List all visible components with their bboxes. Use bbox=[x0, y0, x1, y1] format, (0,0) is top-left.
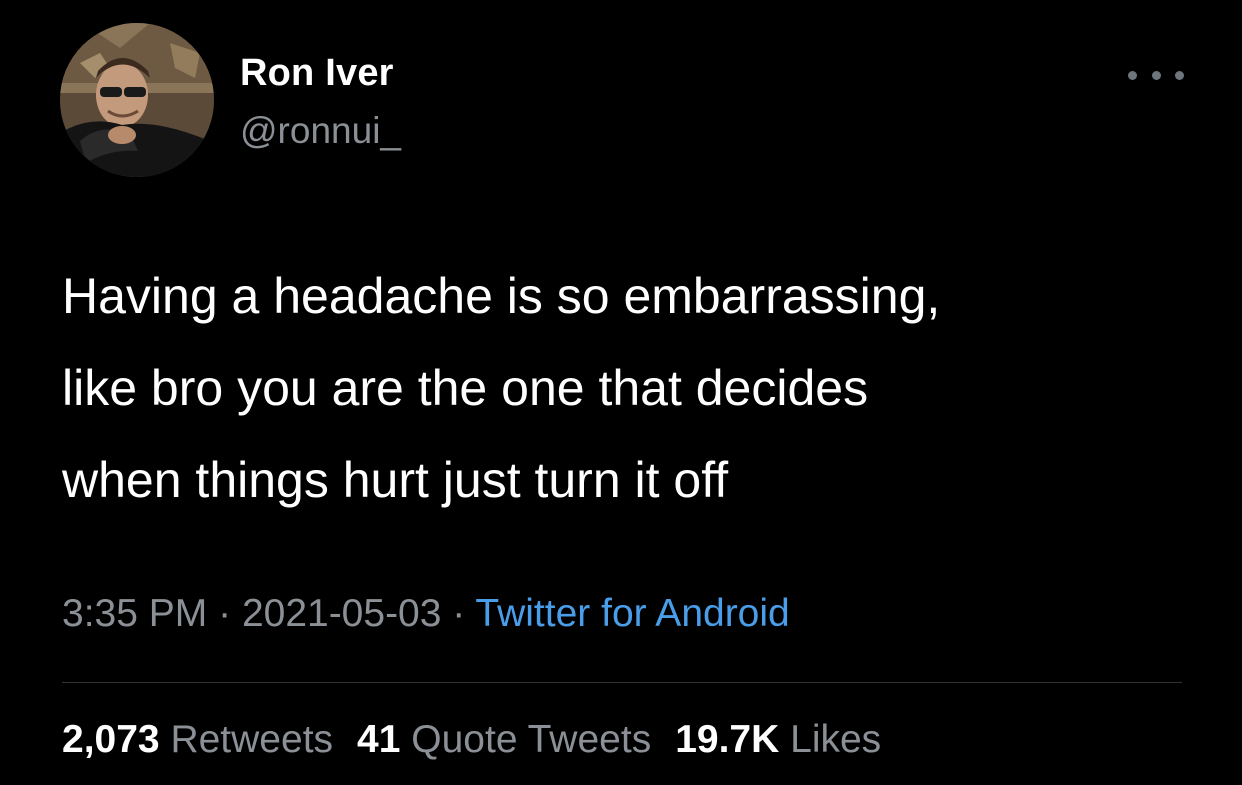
avatar[interactable] bbox=[60, 23, 214, 177]
user-handle[interactable]: @ronnui_ bbox=[240, 110, 401, 152]
ellipsis-dot bbox=[1151, 70, 1161, 80]
divider bbox=[62, 682, 1182, 683]
tweet-text-line: when things hurt just turn it off bbox=[62, 452, 729, 508]
likes-count: 19.7K bbox=[675, 718, 780, 761]
meta-separator: · bbox=[218, 592, 232, 635]
tweet-time[interactable]: 3:35 PM bbox=[62, 592, 207, 635]
retweets-label: Retweets bbox=[170, 718, 334, 761]
quote-tweets-count: 41 bbox=[357, 718, 401, 761]
retweets-stat[interactable]: 2,073 Retweets bbox=[62, 718, 333, 761]
tweet-meta: 3:35 PM · 2021-05-03 · Twitter for Andro… bbox=[62, 592, 790, 636]
profile-photo bbox=[60, 23, 214, 177]
likes-label: Likes bbox=[790, 718, 882, 761]
likes-stat[interactable]: 19.7K Likes bbox=[675, 718, 881, 761]
ellipsis-icon[interactable] bbox=[1128, 60, 1184, 90]
tweet-source-link[interactable]: Twitter for Android bbox=[475, 592, 789, 635]
tweet-text-line: Having a headache is so embarrassing, bbox=[62, 268, 941, 324]
tweet-stats: 2,073 Retweets 41 Quote Tweets 19.7K Likes bbox=[62, 718, 881, 762]
tweet-date[interactable]: 2021-05-03 bbox=[242, 592, 442, 635]
display-name[interactable]: Ron Iver bbox=[240, 52, 394, 95]
quote-tweets-label: Quote Tweets bbox=[411, 718, 652, 761]
tweet-text: Having a headache is so embarrassing, li… bbox=[62, 250, 1202, 526]
meta-separator: · bbox=[452, 592, 466, 635]
ellipsis-dot bbox=[1128, 70, 1137, 80]
ellipsis-dot bbox=[1175, 70, 1184, 80]
tweet-text-line: like bro you are the one that decides bbox=[62, 360, 869, 416]
tweet-detail: Ron Iver @ronnui_ Having a headache is s… bbox=[0, 0, 1242, 785]
quote-tweets-stat[interactable]: 41 Quote Tweets bbox=[357, 718, 651, 761]
retweets-count: 2,073 bbox=[62, 718, 160, 761]
